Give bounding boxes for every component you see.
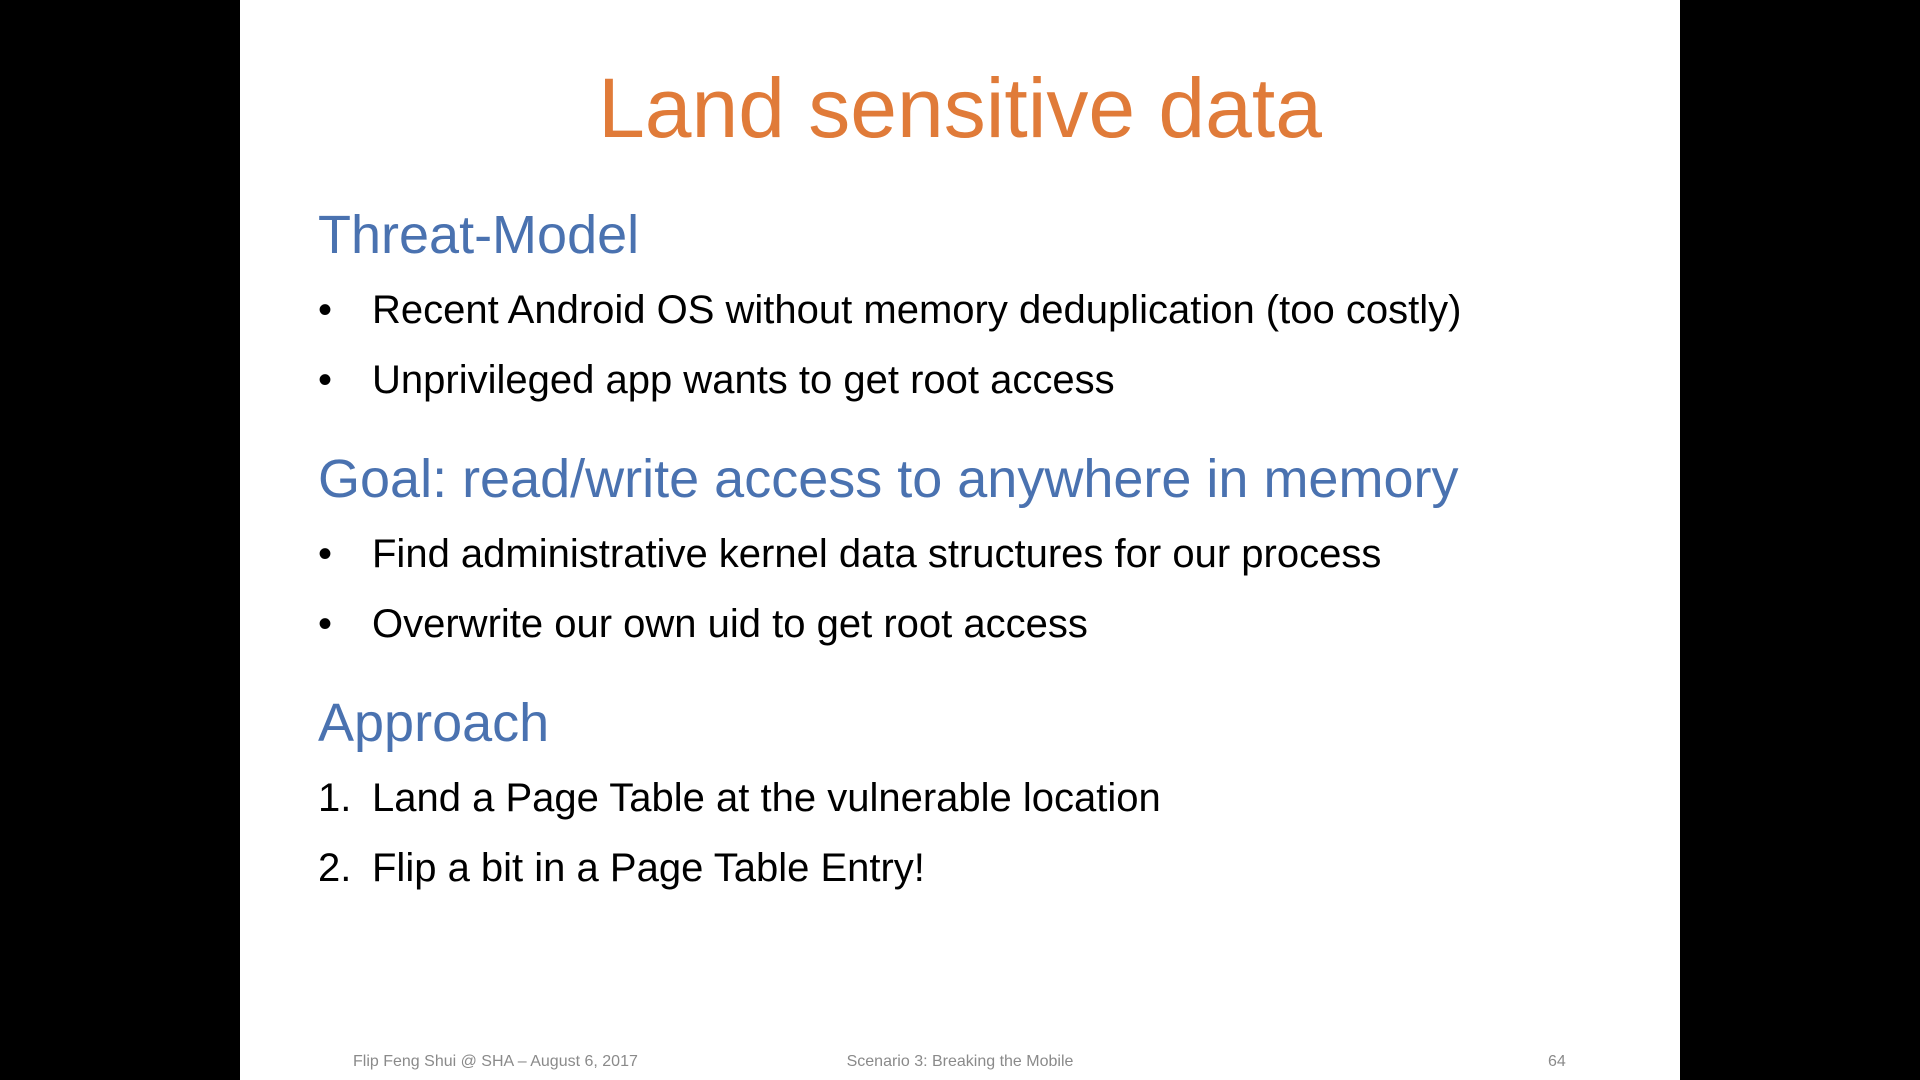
- list-item-text: Flip a bit in a Page Table Entry!: [372, 846, 925, 890]
- presentation-viewer: Land sensitive data Threat-Model • Recen…: [0, 0, 1920, 1080]
- bullet-marker: •: [318, 288, 333, 332]
- list-item-text: Land a Page Table at the vulnerable loca…: [372, 776, 1161, 820]
- numbered-list: 1. Land a Page Table at the vulnerable l…: [318, 774, 1658, 892]
- goal-section: Goal: read/write access to anywhere in m…: [318, 448, 1658, 648]
- footer-center-text: Scenario 3: Breaking the Mobile: [846, 1053, 1074, 1070]
- list-item-text: Unprivileged app wants to get root acces…: [372, 358, 1115, 402]
- bullet-list: • Recent Android OS without memory dedup…: [318, 286, 1658, 404]
- slide-content: Threat-Model • Recent Android OS without…: [318, 204, 1658, 892]
- bullet-marker: •: [318, 602, 333, 646]
- list-item: • Find administrative kernel data struct…: [318, 530, 1658, 578]
- list-item: • Overwrite our own uid to get root acce…: [318, 600, 1658, 648]
- approach-section: Approach 1. Land a Page Table at the vul…: [318, 692, 1658, 892]
- bullet-marker: •: [318, 532, 333, 576]
- section-heading: Threat-Model: [318, 205, 640, 265]
- list-item: • Recent Android OS without memory dedup…: [318, 286, 1658, 334]
- list-item-text: Find administrative kernel data structur…: [372, 532, 1382, 576]
- slide-number: 64: [1548, 1053, 1566, 1070]
- threat-model-section: Threat-Model • Recent Android OS without…: [318, 204, 1658, 404]
- number-marker: 1.: [318, 776, 352, 820]
- list-item: 2. Flip a bit in a Page Table Entry!: [318, 844, 1658, 892]
- section-heading: Approach: [318, 693, 550, 753]
- list-item-text: Recent Android OS without memory dedupli…: [372, 288, 1462, 332]
- section-heading: Goal: read/write access to anywhere in m…: [318, 449, 1459, 509]
- slide: Land sensitive data Threat-Model • Recen…: [240, 0, 1680, 1080]
- list-item-text: Overwrite our own uid to get root access: [372, 602, 1088, 646]
- list-item: 1. Land a Page Table at the vulnerable l…: [318, 774, 1658, 822]
- list-item: • Unprivileged app wants to get root acc…: [318, 356, 1658, 404]
- slide-title: Land sensitive data: [598, 61, 1322, 155]
- bullet-list: • Find administrative kernel data struct…: [318, 530, 1658, 648]
- number-marker: 2.: [318, 846, 352, 890]
- bullet-marker: •: [318, 358, 333, 402]
